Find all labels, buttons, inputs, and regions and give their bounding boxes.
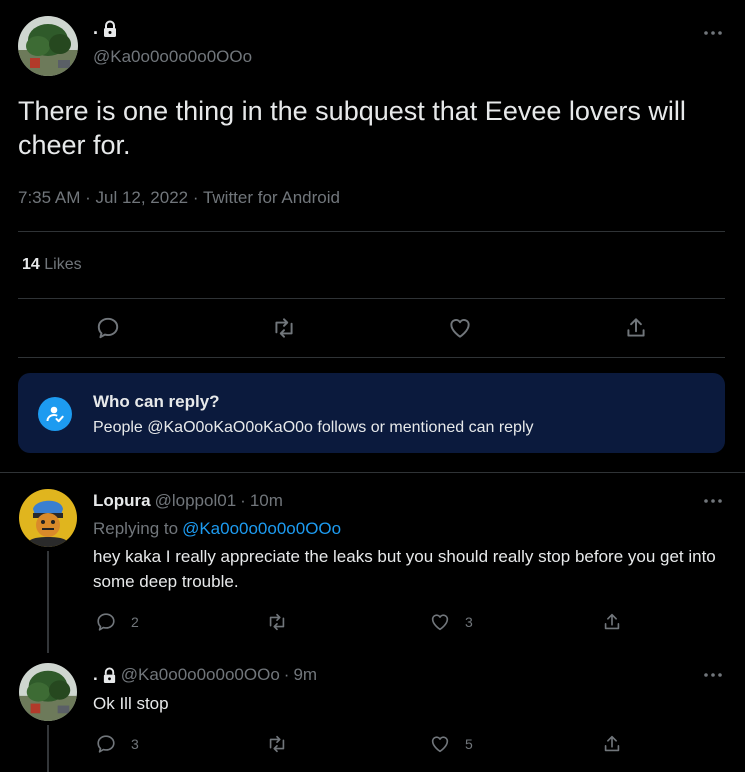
lock-icon <box>102 667 117 684</box>
comment-icon[interactable] <box>95 315 121 341</box>
heart-icon[interactable] <box>429 733 451 755</box>
reply-count: 2 <box>131 614 139 630</box>
reply-avatar[interactable] <box>19 489 77 547</box>
more-icon[interactable] <box>702 668 724 682</box>
heart-icon[interactable] <box>429 611 451 633</box>
share-icon[interactable] <box>601 611 623 633</box>
more-icon[interactable] <box>702 26 724 40</box>
share-icon[interactable] <box>623 315 649 341</box>
author-avatar[interactable] <box>18 16 78 76</box>
tweet-text: There is one thing in the subquest that … <box>18 96 686 160</box>
likes-label: Likes <box>44 256 82 273</box>
reply-author-handle[interactable]: @loppol01 <box>155 491 237 511</box>
divider <box>18 231 725 232</box>
reply-header: . @Ka0o0o0o0o0OOo · 9m <box>93 665 318 685</box>
reply-avatar[interactable] <box>19 663 77 721</box>
reply-header: Lopura @loppol01 · 10m <box>93 491 283 511</box>
divider <box>18 298 725 299</box>
replying-to-label: Replying to <box>93 519 179 538</box>
who-can-reply-description: People @KaO0oKaO0oKaO0o follows or menti… <box>93 419 534 436</box>
retweet-icon[interactable] <box>266 733 288 755</box>
author-handle[interactable]: @Ka0o0o0o0o0OOo <box>93 47 252 67</box>
like-count: 3 <box>465 614 473 630</box>
tweet-source[interactable]: Twitter for Android <box>203 188 340 207</box>
user-check-icon <box>38 397 72 431</box>
reply-share-action[interactable] <box>601 733 623 755</box>
reply-retweet-action[interactable] <box>266 733 288 755</box>
thread-line <box>47 725 49 772</box>
reply-share-action[interactable] <box>601 611 623 633</box>
replying-to: Replying to @Ka0o0o0o0o0OOo <box>93 519 341 539</box>
retweet-icon[interactable] <box>266 611 288 633</box>
like-count: 5 <box>465 736 473 752</box>
author-name[interactable]: . <box>93 18 118 39</box>
who-can-reply-title: Who can reply? <box>93 392 220 411</box>
comment-icon[interactable] <box>95 611 117 633</box>
reply-like-action[interactable]: 5 <box>429 733 473 755</box>
comment-icon[interactable] <box>95 733 117 755</box>
reply-like-action[interactable]: 3 <box>429 611 473 633</box>
reply-retweet-action[interactable] <box>266 611 288 633</box>
likes-stat[interactable]: 14 Likes <box>22 256 82 274</box>
heart-icon[interactable] <box>447 315 473 341</box>
reply-author-name[interactable]: Lopura <box>93 491 151 511</box>
reply-text: hey kaka I really appreciate the leaks b… <box>93 547 716 591</box>
reply-text: Ok Ill stop <box>93 694 169 713</box>
thread-line <box>47 551 49 653</box>
divider <box>18 357 725 358</box>
reply-time[interactable]: 9m <box>293 665 317 685</box>
reply-time[interactable]: 10m <box>250 491 283 511</box>
divider <box>0 472 745 473</box>
share-icon[interactable] <box>601 733 623 755</box>
reply-author-handle[interactable]: @Ka0o0o0o0o0OOo <box>121 665 280 685</box>
reply-count: 3 <box>131 736 139 752</box>
who-can-reply-notice: Who can reply? People @KaO0oKaO0oKaO0o f… <box>18 373 725 453</box>
reply-author-name[interactable]: . <box>93 665 98 685</box>
replying-to-handle[interactable]: @Ka0o0o0o0o0OOo <box>182 519 341 539</box>
reply-comment-action[interactable]: 3 <box>95 733 139 755</box>
likes-count: 14 <box>22 256 40 273</box>
tweet-time[interactable]: 7:35 AM <box>18 188 80 207</box>
lock-icon <box>102 20 118 38</box>
author-name-text[interactable]: . <box>93 18 98 39</box>
reply-comment-action[interactable]: 2 <box>95 611 139 633</box>
more-icon[interactable] <box>702 494 724 508</box>
tweet-date[interactable]: Jul 12, 2022 <box>96 188 189 207</box>
tweet-meta: 7:35 AM · Jul 12, 2022 · Twitter for And… <box>18 188 340 207</box>
retweet-icon[interactable] <box>271 315 297 341</box>
